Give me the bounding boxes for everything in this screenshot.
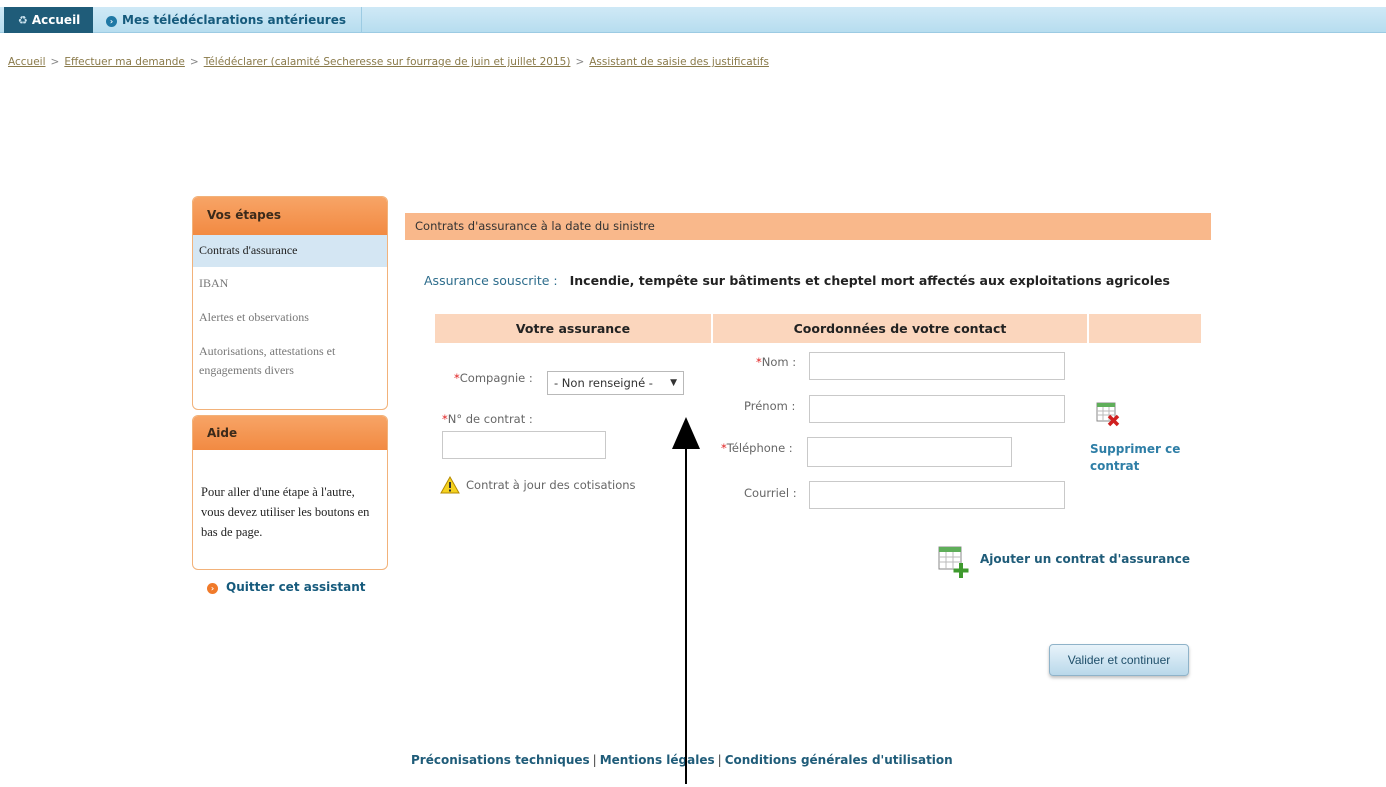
step-insurance-contracts: Contrats d'assurance — [193, 235, 387, 267]
nom-input[interactable] — [809, 352, 1065, 380]
column-header-contact: Coordonnées de votre contact — [713, 314, 1087, 343]
step-iban: IBAN — [199, 276, 229, 290]
contract-number-label: *N° de contrat : — [442, 412, 533, 426]
quit-label: Quitter cet assistant — [226, 580, 366, 594]
delete-contract-link[interactable]: Supprimer ce contrat — [1090, 441, 1200, 475]
tab-home[interactable]: ♻ Accueil — [4, 7, 93, 33]
footer-terms[interactable]: Conditions générales d'utilisation — [725, 753, 953, 767]
home-icon: ♻ — [18, 14, 28, 27]
courriel-label: Courriel : — [744, 486, 797, 500]
section-title: Contrats d'assurance à la date du sinist… — [405, 213, 1211, 240]
telephone-label: *Téléphone : — [721, 441, 793, 455]
steps-panel: Vos étapes Contrats d'assurance IBAN Ale… — [192, 196, 388, 410]
prenom-input[interactable] — [809, 395, 1065, 423]
company-label: *Compagnie : — [454, 371, 533, 385]
warning-contract-status: Contrat à jour des cotisations — [440, 475, 636, 497]
help-title: Aide — [193, 416, 387, 450]
insurance-value: Incendie, tempête sur bâtiments et chept… — [569, 273, 1170, 288]
validate-continue-button[interactable]: Valider et continuer — [1049, 644, 1189, 676]
tab-home-label: Accueil — [31, 13, 81, 27]
breadcrumb-request[interactable]: Effectuer ma demande — [64, 56, 185, 68]
arrow-circle-icon: › — [207, 583, 218, 594]
help-panel: Aide Pour aller d'une étape à l'autre, v… — [192, 415, 388, 570]
company-select-value: - Non renseigné - — [554, 376, 653, 390]
telephone-input[interactable] — [807, 437, 1012, 467]
quit-assistant-link[interactable]: › Quitter cet assistant — [207, 580, 365, 594]
prenom-label: Prénom : — [744, 399, 796, 413]
courriel-input[interactable] — [809, 481, 1065, 509]
warning-icon — [440, 475, 460, 497]
step-alerts: Alertes et observations — [199, 310, 309, 324]
top-navigation: ♻ Accueil › Mes télédéclarations antérieur… — [0, 7, 1386, 33]
breadcrumb-declare[interactable]: Télédéclarer (calamité Secheresse sur fo… — [204, 56, 571, 68]
chevron-down-icon: ▼ — [670, 378, 677, 388]
delete-contract-icon[interactable] — [1096, 401, 1122, 430]
column-header-insurance: Votre assurance — [435, 314, 711, 343]
annotation-arrow-icon — [668, 417, 704, 787]
help-text: Pour aller d'une étape à l'autre, vous d… — [201, 485, 370, 539]
footer-technical[interactable]: Préconisations techniques — [411, 753, 590, 767]
column-header-actions — [1089, 314, 1201, 343]
tab-previous-declarations[interactable]: › Mes télédéclarations antérieures — [96, 7, 362, 33]
add-contract-icon[interactable] — [938, 545, 970, 582]
warning-text: Contrat à jour des cotisations — [466, 478, 636, 492]
breadcrumb: Accueil > Effectuer ma demande > Télédéclare… — [8, 56, 769, 68]
insurance-label: Assurance souscrite : — [424, 273, 558, 288]
nom-label: *Nom : — [756, 355, 797, 369]
arrow-circle-icon: › — [106, 16, 117, 27]
breadcrumb-assistant[interactable]: Assistant de saisie des justificatifs — [589, 56, 769, 68]
step-authorizations: Autorisations, attestations et engagemen… — [199, 344, 336, 377]
tab-previous-label: Mes télédéclarations antérieures — [122, 13, 346, 27]
insurance-subscribed: Assurance souscrite : Incendie, tempête … — [424, 273, 1170, 288]
contract-number-input[interactable] — [442, 431, 606, 459]
steps-title: Vos étapes — [193, 197, 387, 235]
add-contract-link[interactable]: Ajouter un contrat d'assurance — [980, 552, 1190, 566]
company-select[interactable]: - Non renseigné - ▼ — [547, 371, 684, 395]
breadcrumb-home[interactable]: Accueil — [8, 56, 46, 68]
